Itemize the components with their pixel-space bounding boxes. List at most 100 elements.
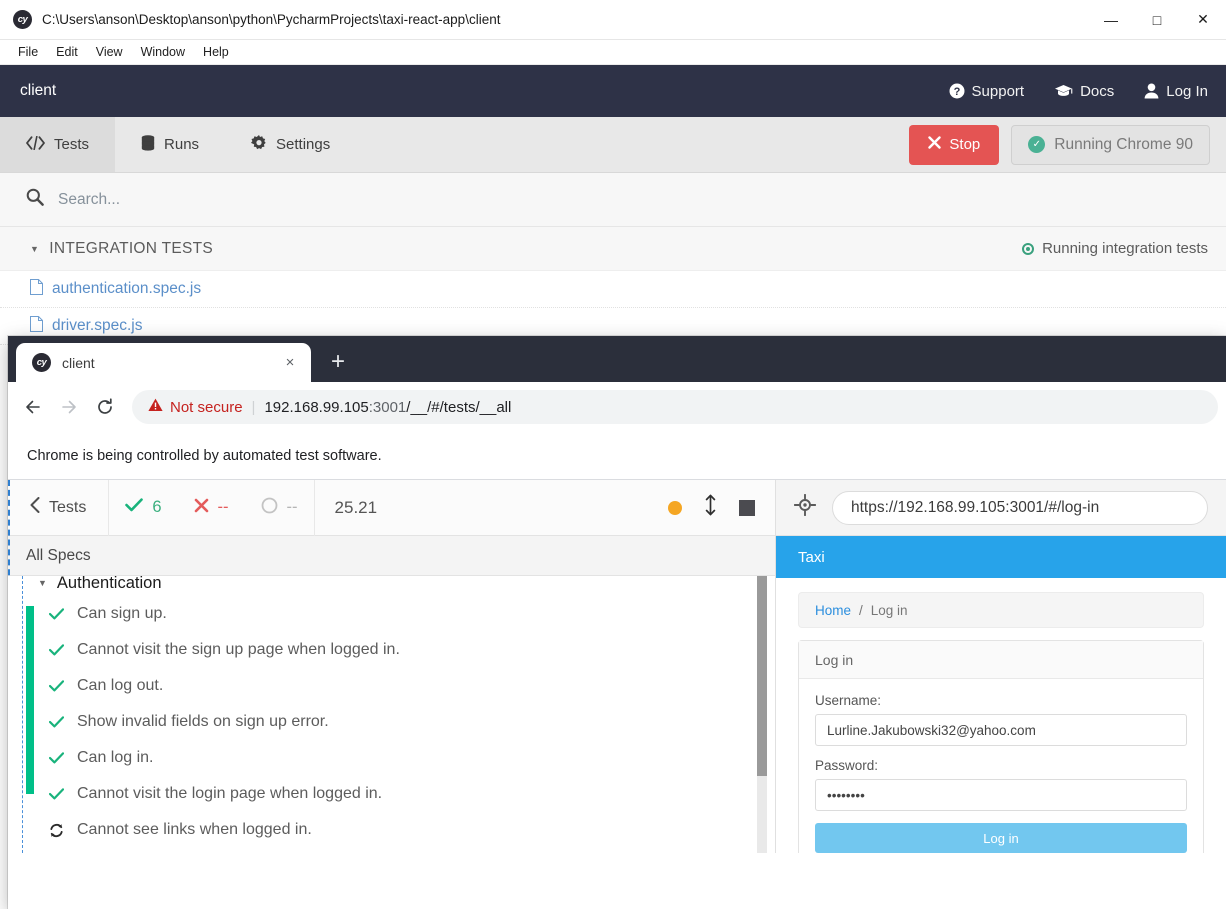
username-field[interactable]: Lurline.Jakubowski32@yahoo.com xyxy=(815,714,1187,746)
pending-value: -- xyxy=(287,498,298,517)
all-specs-header[interactable]: All Specs xyxy=(8,536,775,576)
url-port: :3001 xyxy=(369,399,407,416)
section-title: INTEGRATION TESTS xyxy=(49,240,213,258)
support-link[interactable]: ? Support xyxy=(949,83,1025,100)
test-row[interactable]: Show invalid fields on sign up error. xyxy=(8,704,775,740)
menu-item-window[interactable]: Window xyxy=(132,43,194,61)
chevron-down-icon: ▼ xyxy=(30,244,39,254)
not-secure-indicator[interactable]: Not secure xyxy=(148,398,243,416)
app-under-test-panel: https://192.168.99.105:3001/#/log-in Tax… xyxy=(776,480,1226,853)
test-row[interactable]: Shows an alert on login error. xyxy=(8,848,775,853)
address-bar[interactable]: Not secure | 192.168.99.105:3001/__/#/te… xyxy=(132,390,1218,424)
test-title: Can log in. xyxy=(77,749,154,767)
suite-authentication[interactable]: ▼ Authentication xyxy=(8,576,775,596)
close-x-icon xyxy=(928,136,941,153)
chevron-down-icon: ▼ xyxy=(38,578,47,588)
user-icon xyxy=(1144,83,1159,99)
back-button[interactable] xyxy=(16,390,50,424)
check-icon xyxy=(48,608,65,620)
window-title: C:\Users\anson\Desktop\anson\python\Pych… xyxy=(42,12,500,27)
aut-iframe: Taxi Home / Log in Log in Username: xyxy=(776,536,1226,853)
menu-item-view[interactable]: View xyxy=(87,43,132,61)
tab-tests-label: Tests xyxy=(54,136,89,153)
tab-settings-label: Settings xyxy=(276,136,330,153)
search-input[interactable] xyxy=(58,191,458,209)
breadcrumb-separator: / xyxy=(859,603,863,618)
tab-runs[interactable]: Runs xyxy=(115,117,225,172)
check-icon xyxy=(48,644,65,656)
spec-item-authentication[interactable]: authentication.spec.js xyxy=(0,271,1226,308)
stop-button[interactable]: Stop xyxy=(909,125,999,165)
password-field[interactable]: •••••••• xyxy=(815,779,1187,811)
chrome-tab[interactable]: cy client × xyxy=(16,343,311,382)
docs-link[interactable]: Docs xyxy=(1054,83,1114,100)
breadcrumb-home[interactable]: Home xyxy=(815,603,851,618)
test-row[interactable]: Can log in. xyxy=(8,740,775,776)
menu-item-edit[interactable]: Edit xyxy=(47,43,87,61)
failed-count: -- xyxy=(178,498,245,518)
integration-tests-section-header[interactable]: ▼ INTEGRATION TESTS Running integration … xyxy=(0,227,1226,271)
new-tab-button[interactable]: + xyxy=(321,345,355,379)
studio-dot-icon[interactable] xyxy=(668,501,682,515)
close-tab-button[interactable]: × xyxy=(279,352,301,374)
aut-toolbar: https://192.168.99.105:3001/#/log-in xyxy=(776,480,1226,536)
tab-settings[interactable]: Settings xyxy=(225,117,356,172)
aut-url-text: https://192.168.99.105:3001/#/log-in xyxy=(851,499,1099,517)
reload-button[interactable] xyxy=(88,390,122,424)
minimize-button[interactable]: — xyxy=(1088,0,1134,40)
failed-value: -- xyxy=(218,498,229,517)
menu-item-help[interactable]: Help xyxy=(194,43,238,61)
search-icon xyxy=(26,188,44,211)
chrome-toolbar: Not secure | 192.168.99.105:3001/__/#/te… xyxy=(8,382,1226,432)
test-row[interactable]: Cannot visit the login page when logged … xyxy=(8,776,775,812)
check-icon xyxy=(48,788,65,800)
close-button[interactable]: ✕ xyxy=(1180,0,1226,40)
browser-status-label: Running Chrome 90 xyxy=(1054,136,1193,154)
selector-playground-icon[interactable] xyxy=(794,494,816,521)
test-row[interactable]: Cannot see links when logged in. xyxy=(8,812,775,848)
resize-vertical-icon[interactable] xyxy=(704,494,717,521)
chrome-tab-strip: cy client × + xyxy=(8,336,1226,382)
login-link[interactable]: Log In xyxy=(1144,83,1208,100)
taxi-brand[interactable]: Taxi xyxy=(798,549,825,566)
support-label: Support xyxy=(972,83,1025,100)
check-circle-icon: ✓ xyxy=(1028,136,1045,153)
aut-url-bar[interactable]: https://192.168.99.105:3001/#/log-in xyxy=(832,491,1208,525)
test-title: Cannot visit the sign up page when logge… xyxy=(77,641,400,659)
tab-tests[interactable]: Tests xyxy=(0,117,115,172)
section-title-group: ▼ INTEGRATION TESTS xyxy=(30,240,213,258)
test-row[interactable]: Can log out. xyxy=(8,668,775,704)
running-status: Running integration tests xyxy=(1022,240,1208,257)
header-links: ? Support Docs Log In xyxy=(949,83,1208,100)
graduation-cap-icon xyxy=(1054,84,1073,99)
cypress-favicon-icon: cy xyxy=(32,353,51,372)
check-icon xyxy=(48,752,65,764)
maximize-button[interactable]: □ xyxy=(1134,0,1180,40)
taxi-navbar: Taxi xyxy=(776,536,1226,578)
test-title: Cannot see links when logged in. xyxy=(77,821,312,839)
back-to-tests-button[interactable]: Tests xyxy=(8,480,109,536)
login-submit-button[interactable]: Log in xyxy=(815,823,1187,853)
omnibox-divider: | xyxy=(252,399,256,416)
project-name: client xyxy=(20,82,56,100)
url-path: /__/#/tests/__all xyxy=(406,399,511,416)
test-row[interactable]: Cannot visit the sign up page when logge… xyxy=(8,632,775,668)
username-label: Username: xyxy=(815,693,1187,708)
forward-button[interactable] xyxy=(52,390,86,424)
browser-selector[interactable]: ✓ Running Chrome 90 xyxy=(1011,125,1210,165)
passed-count: 6 xyxy=(109,498,177,517)
chrome-browser-window: cy client × + Not secure xyxy=(8,336,1226,909)
reporter-scrollbar-thumb[interactable] xyxy=(757,576,767,776)
stop-square-icon[interactable] xyxy=(739,500,755,516)
window-controls: — □ ✕ xyxy=(1088,0,1226,40)
test-title: Can sign up. xyxy=(77,605,167,623)
chevron-left-icon xyxy=(30,497,40,518)
pass-indicator-bar xyxy=(26,606,34,794)
test-row[interactable]: Can sign up. xyxy=(8,596,775,632)
back-label: Tests xyxy=(49,499,86,517)
automation-infobar: Chrome is being controlled by automated … xyxy=(8,432,1226,480)
menu-item-file[interactable]: File xyxy=(9,43,47,61)
suite-title: Authentication xyxy=(57,576,162,593)
test-title: Show invalid fields on sign up error. xyxy=(77,713,329,731)
spec-name: authentication.spec.js xyxy=(52,280,201,298)
